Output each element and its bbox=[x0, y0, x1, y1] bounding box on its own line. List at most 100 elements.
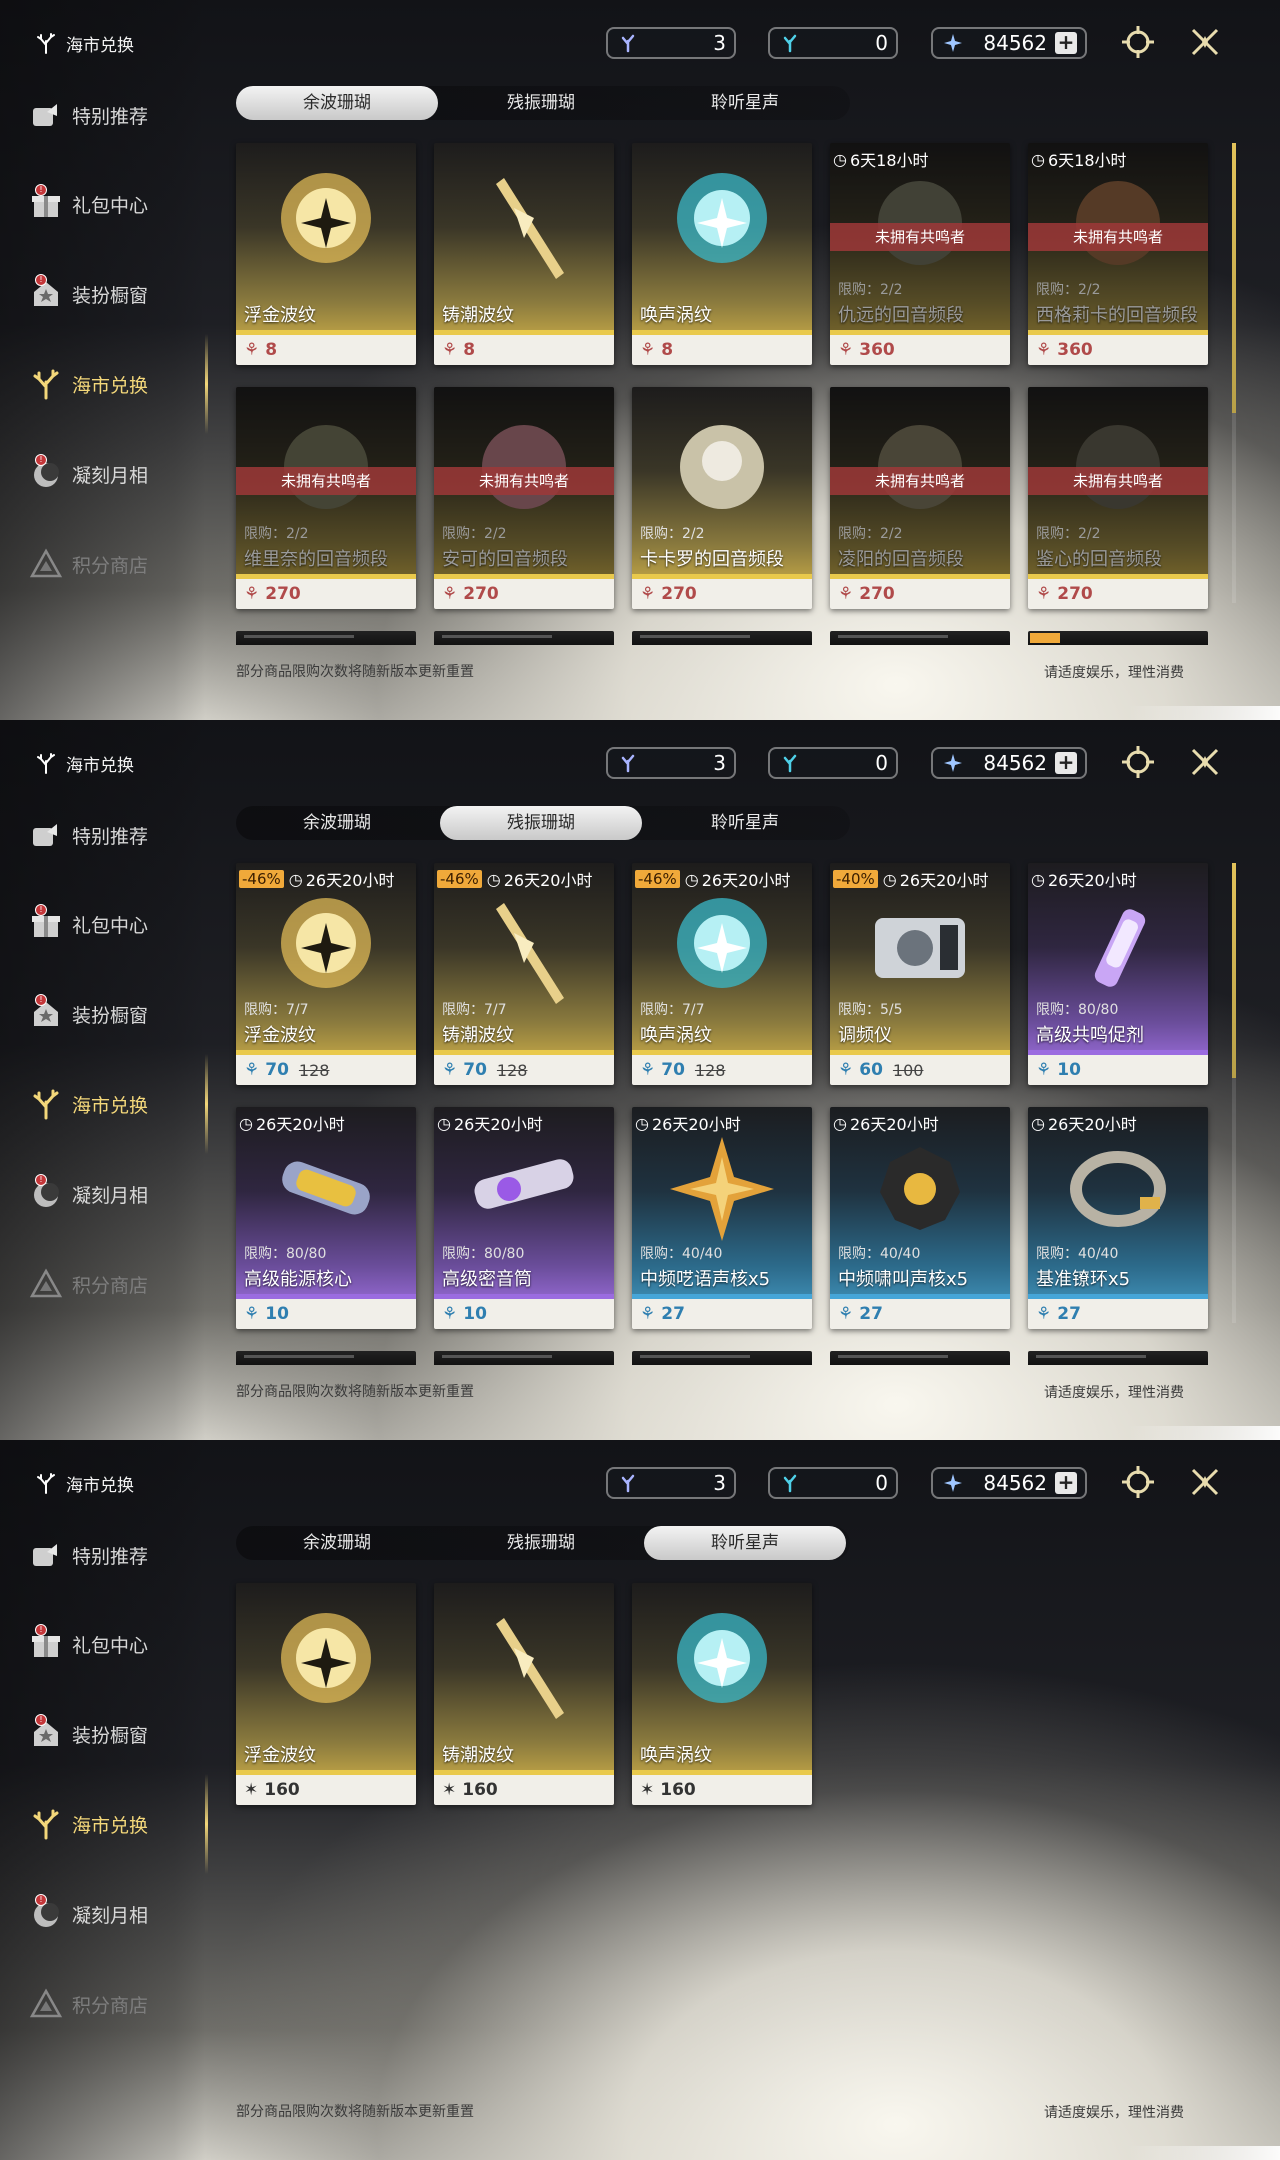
close-icon[interactable] bbox=[1185, 22, 1225, 62]
item-card[interactable]: 铸潮波纹 ✶ 160 bbox=[434, 1583, 614, 1805]
purchase-limit: 限购：2/2 bbox=[442, 526, 507, 542]
sidebar-item-outfit-showcase[interactable]: ! 装扮橱窗 bbox=[28, 274, 198, 314]
item-card-peek bbox=[1028, 631, 1208, 645]
astrite-icon: ✶ bbox=[442, 1780, 457, 1800]
tab-starsound[interactable]: 聆听星声 bbox=[644, 806, 846, 840]
close-icon[interactable] bbox=[1185, 1462, 1225, 1502]
item-name: 西格莉卡的回音频段 bbox=[1036, 305, 1198, 326]
item-name: 基准镣环x5 bbox=[1036, 1269, 1131, 1290]
item-card[interactable]: 铸潮波纹 ⚘ 8 bbox=[434, 143, 614, 365]
item-card[interactable]: 未拥有共鸣者 限购：2/2 鉴心的回音频段 ⚘ 270 bbox=[1028, 387, 1208, 609]
sidebar-item-sea-market[interactable]: 海市兑换 bbox=[28, 1804, 198, 1844]
add-currency-button[interactable]: + bbox=[1055, 752, 1077, 774]
item-card[interactable]: 限购：2/2 卡卡罗的回音频段 ⚘ 270 bbox=[632, 387, 812, 609]
tab-starsound[interactable]: 聆听星声 bbox=[644, 86, 846, 120]
notification-badge: ! bbox=[35, 1894, 47, 1906]
sidebar-item-moon-phase[interactable]: ! 凝刻月相 bbox=[28, 454, 198, 494]
gift-icon: ! bbox=[28, 184, 64, 222]
item-card[interactable]: 未拥有共鸣者 限购：2/2 维里奈的回音频段 ⚘ 270 bbox=[236, 387, 416, 609]
add-currency-button[interactable]: + bbox=[1055, 1472, 1077, 1494]
item-card[interactable]: ◷ 26天20小时 限购：40/40 基准镣环x5 ⚘ 27 bbox=[1028, 1107, 1208, 1329]
tab-resonance-coral[interactable]: 残振珊瑚 bbox=[440, 1526, 642, 1560]
not-owned-ribbon: 未拥有共鸣者 bbox=[1028, 467, 1208, 495]
item-price: ⚘ 10 bbox=[434, 1299, 614, 1329]
purchase-limit: 限购：40/40 bbox=[1036, 1246, 1119, 1262]
scrollbar-thumb[interactable] bbox=[1232, 863, 1236, 1078]
triangle-icon bbox=[28, 1986, 64, 2022]
item-card[interactable]: ◷ 26天20小时 限购：40/40 中频啸叫声核x5 ⚘ 27 bbox=[830, 1107, 1010, 1329]
sidebar-item-gift-center[interactable]: ! 礼包中心 bbox=[28, 184, 198, 224]
sidebar-item-moon-phase[interactable]: ! 凝刻月相 bbox=[28, 1894, 198, 1934]
crosshair-icon[interactable] bbox=[1118, 742, 1158, 782]
item-card[interactable]: ◷ 6天18小时 未拥有共鸣者 限购：2/2 仇远的回音频段 ⚘ 360 bbox=[830, 143, 1010, 365]
item-card[interactable]: ◷ 26天20小时 限购：80/80 高级密音筒 ⚘ 10 bbox=[434, 1107, 614, 1329]
scrollbar-thumb[interactable] bbox=[1232, 143, 1236, 413]
item-price: ⚘ 360 bbox=[1028, 335, 1208, 365]
item-card[interactable]: 唤声涡纹 ✶ 160 bbox=[632, 1583, 812, 1805]
item-card[interactable]: ◷ 6天18小时 未拥有共鸣者 限购：2/2 西格莉卡的回音频段 ⚘ 360 bbox=[1028, 143, 1208, 365]
house-star-icon: ! bbox=[28, 994, 64, 1032]
item-card[interactable]: 未拥有共鸣者 限购：2/2 安可的回音频段 ⚘ 270 bbox=[434, 387, 614, 609]
add-currency-button[interactable]: + bbox=[1055, 32, 1077, 54]
corner-glow bbox=[1128, 2146, 1280, 2160]
item-price: ⚘ 8 bbox=[632, 335, 812, 365]
tab-starsound[interactable]: 聆听星声 bbox=[644, 1526, 846, 1560]
item-card[interactable]: 浮金波纹 ⚘ 8 bbox=[236, 143, 416, 365]
tab-afterwave-coral[interactable]: 余波珊瑚 bbox=[236, 86, 438, 120]
coral-currency-icon: ⚘ bbox=[838, 340, 854, 360]
sidebar-item-points-shop[interactable]: 积分商店 bbox=[28, 1264, 198, 1304]
not-owned-ribbon: 未拥有共鸣者 bbox=[830, 223, 1010, 251]
sidebar-item-points-shop[interactable]: 积分商店 bbox=[28, 544, 198, 584]
not-owned-ribbon: 未拥有共鸣者 bbox=[830, 467, 1010, 495]
coral-currency-icon: ⚘ bbox=[244, 1060, 260, 1080]
currency-astrite: 84562 + bbox=[931, 1467, 1087, 1499]
item-card[interactable]: -46% ◷ 26天20小时 限购：7/7 唤声涡纹 ⚘ 70 128 bbox=[632, 863, 812, 1085]
tab-bar: 余波珊瑚 残振珊瑚 聆听星声 bbox=[236, 806, 850, 840]
gift-icon: ! bbox=[28, 1624, 64, 1662]
item-name: 卡卡罗的回音频段 bbox=[640, 549, 784, 570]
item-card[interactable]: 唤声涡纹 ⚘ 8 bbox=[632, 143, 812, 365]
coral-currency-icon: ⚘ bbox=[640, 340, 656, 360]
coral-currency-icon: ⚘ bbox=[1036, 1060, 1052, 1080]
tab-resonance-coral[interactable]: 残振珊瑚 bbox=[440, 806, 642, 840]
sidebar-item-label: 装扮橱窗 bbox=[72, 284, 149, 307]
coral-currency-icon: ⚘ bbox=[640, 1060, 656, 1080]
tab-afterwave-coral[interactable]: 余波珊瑚 bbox=[236, 1526, 438, 1560]
crosshair-icon[interactable] bbox=[1118, 22, 1158, 62]
sidebar-item-gift-center[interactable]: ! 礼包中心 bbox=[28, 904, 198, 944]
item-card[interactable]: 浮金波纹 ✶ 160 bbox=[236, 1583, 416, 1805]
sidebar-item-outfit-showcase[interactable]: ! 装扮橱窗 bbox=[28, 994, 198, 1034]
sidebar-item-sea-market[interactable]: 海市兑换 bbox=[28, 1084, 198, 1124]
sidebar-item-featured[interactable]: 特别推荐 bbox=[28, 95, 198, 135]
sidebar-item-moon-phase[interactable]: ! 凝刻月相 bbox=[28, 1174, 198, 1214]
coral-currency-icon bbox=[616, 751, 640, 775]
sidebar-item-gift-center[interactable]: ! 礼包中心 bbox=[28, 1624, 198, 1664]
crosshair-icon[interactable] bbox=[1118, 1462, 1158, 1502]
item-card[interactable]: -46% ◷ 26天20小时 限购：7/7 浮金波纹 ⚘ 70 128 bbox=[236, 863, 416, 1085]
coral-icon bbox=[32, 749, 60, 777]
sidebar-item-featured[interactable]: 特别推荐 bbox=[28, 815, 198, 855]
sidebar-item-featured[interactable]: 特别推荐 bbox=[28, 1535, 198, 1575]
timer: -46% ◷ 26天20小时 bbox=[635, 867, 790, 891]
item-card[interactable]: -40% ◷ 26天20小时 限购：5/5 调频仪 ⚘ 60 100 bbox=[830, 863, 1010, 1085]
item-card-peek bbox=[236, 1351, 416, 1365]
item-card[interactable]: ◷ 26天20小时 限购：40/40 中频呓语声核x5 ⚘ 27 bbox=[632, 1107, 812, 1329]
brand-title: 海市兑换 bbox=[66, 1475, 134, 1496]
item-card[interactable]: -46% ◷ 26天20小时 限购：7/7 铸潮波纹 ⚘ 70 128 bbox=[434, 863, 614, 1085]
close-icon[interactable] bbox=[1185, 742, 1225, 782]
tab-resonance-coral[interactable]: 残振珊瑚 bbox=[440, 86, 642, 120]
sidebar-item-label: 特别推荐 bbox=[72, 1545, 149, 1568]
sidebar: 海市兑换 特别推荐 ! 礼包中心 ! 装扮橱窗 海市兑换 ! 凝刻月相 积分商店 bbox=[0, 0, 205, 720]
sidebar-item-sea-market[interactable]: 海市兑换 bbox=[28, 364, 198, 404]
item-price: ⚘ 270 bbox=[1028, 579, 1208, 609]
item-card[interactable]: 未拥有共鸣者 限购：2/2 凌阳的回音频段 ⚘ 270 bbox=[830, 387, 1010, 609]
hand-icon bbox=[28, 817, 64, 853]
sidebar-item-points-shop[interactable]: 积分商店 bbox=[28, 1984, 198, 2024]
item-price: ⚘ 27 bbox=[1028, 1299, 1208, 1329]
item-name: 安可的回音频段 bbox=[442, 549, 568, 570]
tab-afterwave-coral[interactable]: 余波珊瑚 bbox=[236, 806, 438, 840]
item-card[interactable]: ◷ 26天20小时 限购：80/80 高级能源核心 ⚘ 10 bbox=[236, 1107, 416, 1329]
coral-icon bbox=[28, 1806, 64, 1842]
sidebar-item-outfit-showcase[interactable]: ! 装扮橱窗 bbox=[28, 1714, 198, 1754]
item-card[interactable]: ◷ 26天20小时 限购：80/80 高级共鸣促剂 ⚘ 10 bbox=[1028, 863, 1208, 1085]
